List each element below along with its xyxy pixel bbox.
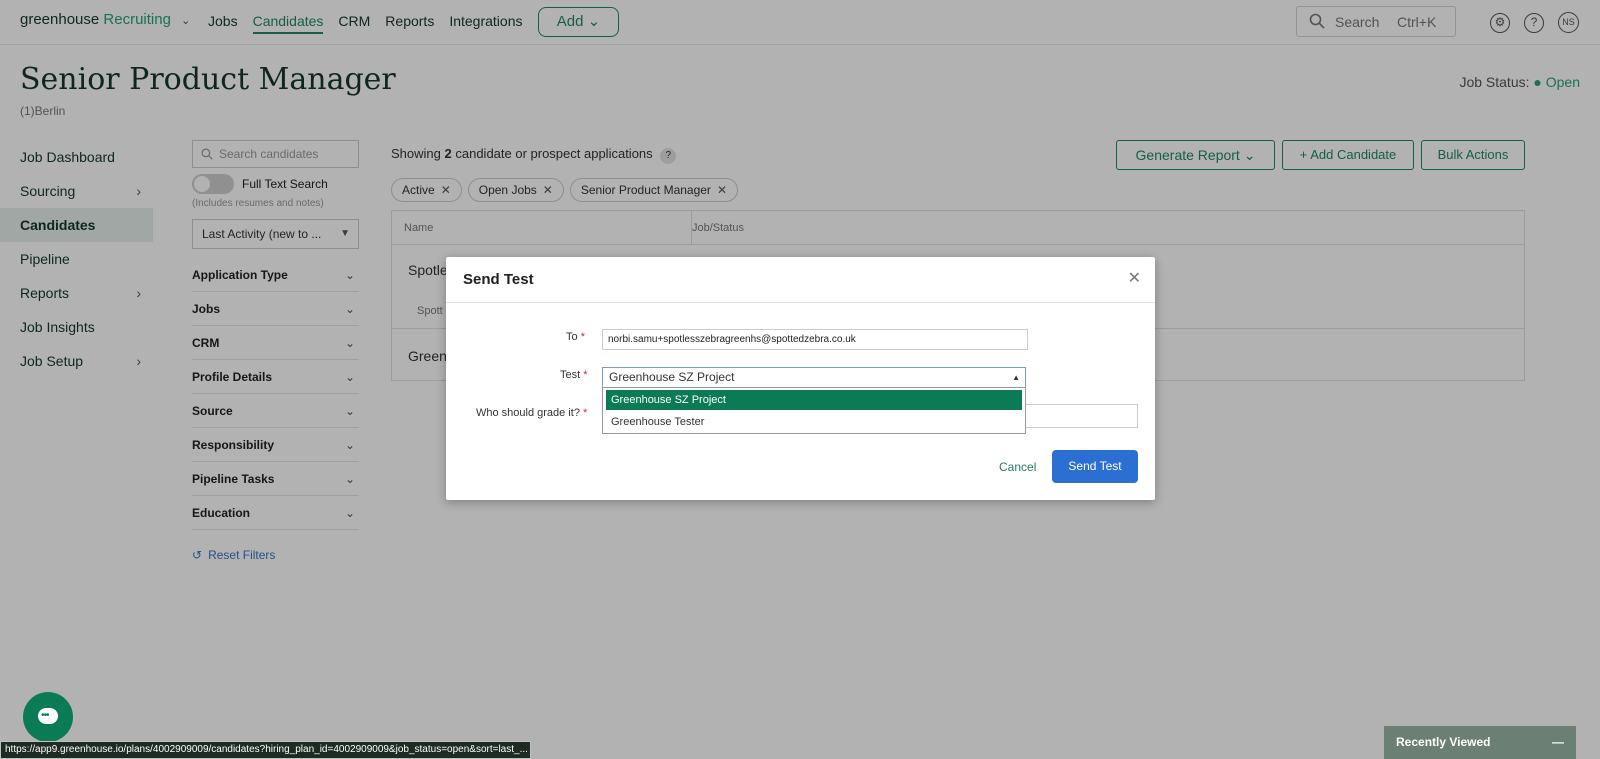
to-label-text: To: [566, 331, 578, 343]
test-dropdown-list: Greenhouse SZ Project Greenhouse Tester: [602, 387, 1026, 434]
caret-up-icon: ▲: [1012, 373, 1020, 382]
test-select[interactable]: Greenhouse SZ Project ▲: [602, 367, 1026, 388]
required-marker: *: [580, 331, 585, 343]
minimize-icon[interactable]: —: [1552, 726, 1564, 759]
send-test-button[interactable]: Send Test: [1052, 450, 1138, 483]
required-marker: *: [583, 369, 588, 381]
recently-viewed-label: Recently Viewed: [1396, 735, 1491, 749]
cancel-button[interactable]: Cancel: [999, 460, 1036, 474]
test-option-tester[interactable]: Greenhouse Tester: [606, 412, 1022, 432]
modal-header: Send Test ✕: [446, 257, 1155, 303]
send-test-modal: Send Test ✕ To * norbi.samu+spotlesszebr…: [446, 257, 1155, 500]
test-label: Test *: [560, 369, 588, 381]
to-email-field[interactable]: norbi.samu+spotlesszebragreenhs@spottedz…: [602, 329, 1028, 350]
close-icon[interactable]: ✕: [1128, 268, 1141, 288]
chat-icon: [38, 708, 58, 724]
to-label: To *: [566, 331, 585, 343]
chat-button[interactable]: [23, 692, 73, 742]
test-select-value: Greenhouse SZ Project: [609, 370, 735, 384]
required-marker: *: [583, 407, 588, 419]
test-label-text: Test: [560, 369, 581, 381]
grader-label: Who should grade it? *: [476, 407, 587, 419]
grader-label-text: Who should grade it?: [476, 407, 580, 419]
modal-title: Send Test: [463, 271, 534, 288]
grader-input[interactable]: [1026, 404, 1138, 428]
recently-viewed-panel[interactable]: Recently Viewed —: [1384, 726, 1576, 759]
status-bar-url: https://app9.greenhouse.io/plans/4002909…: [0, 741, 531, 759]
test-option-sz-project[interactable]: Greenhouse SZ Project: [606, 390, 1022, 410]
